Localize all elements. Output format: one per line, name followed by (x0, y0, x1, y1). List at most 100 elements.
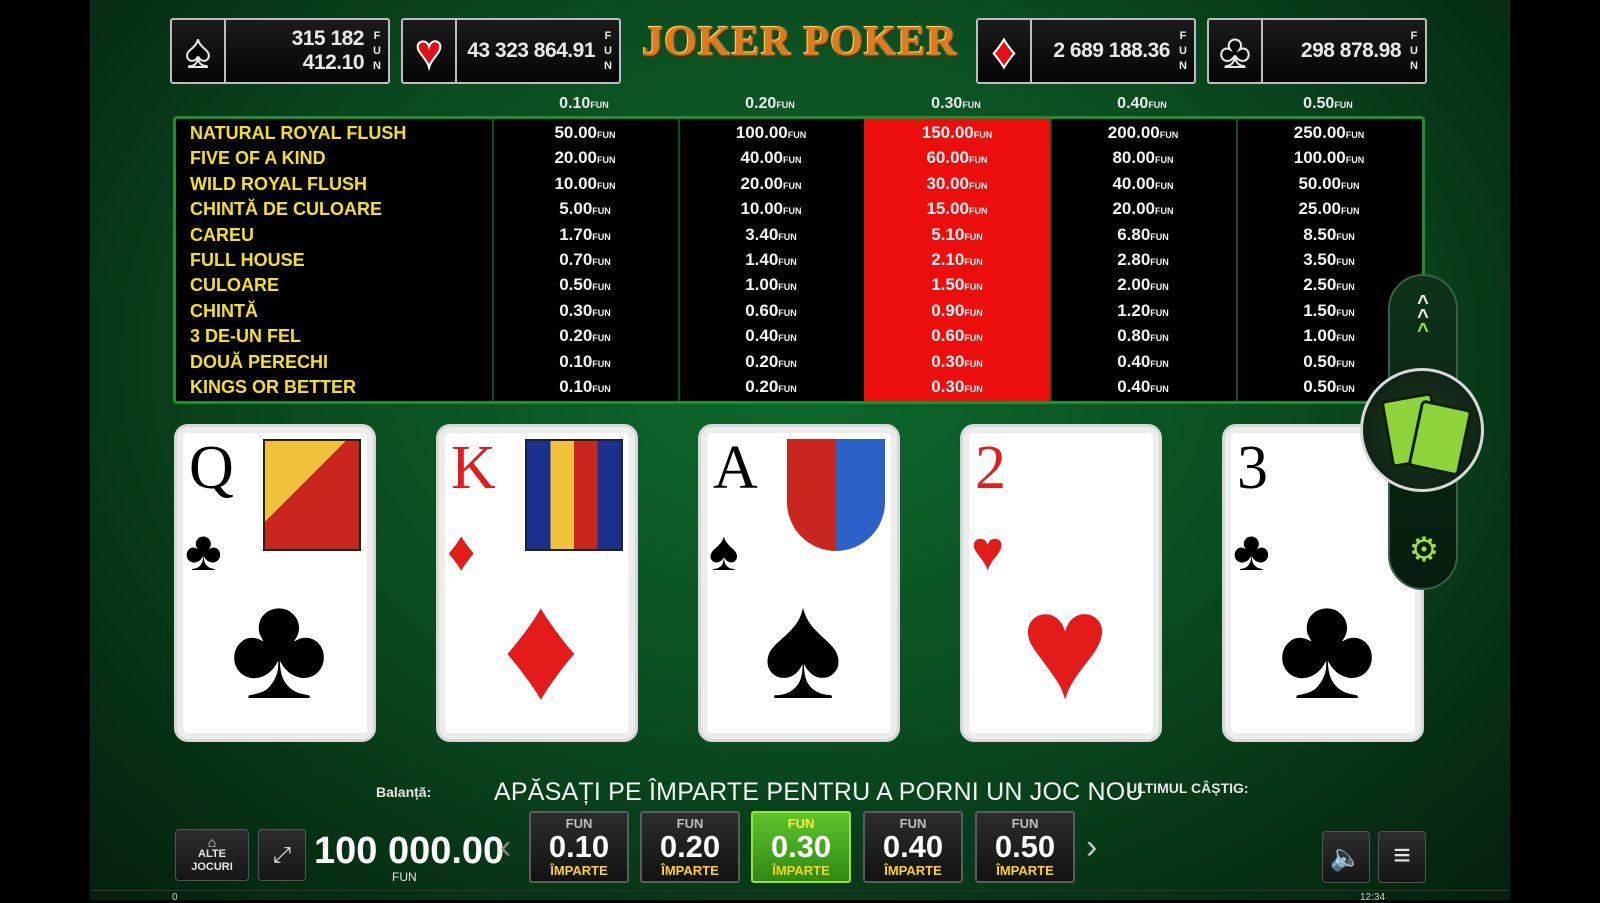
paytable-payout: 60.00FUN (926, 148, 988, 168)
club-icon: ♣ (1277, 562, 1377, 730)
paytable-hand-name: NATURAL ROYAL FLUSH (190, 123, 407, 143)
deal-label: ÎMPARTE (550, 863, 608, 878)
paytable-payout: 0.60FUN (745, 300, 797, 320)
paytable-payout: 5.00FUN (559, 199, 611, 219)
bet-deal-button-2[interactable]: FUN 0.20 ÎMPARTE (640, 811, 740, 883)
jackpot-club: ♣ 298 878.98 FUN (1207, 18, 1427, 84)
jackpot-unit: FUN (373, 29, 381, 72)
paytable-payout: 20.00FUN (740, 173, 802, 193)
paytable-payout: 1.00FUN (1303, 326, 1355, 346)
paytable-payout: 0.70FUN (559, 250, 611, 269)
paytable-hand-name: CHINTĂ DE CULOARE (190, 199, 382, 220)
paytable-payout: 80.00FUN (1112, 148, 1174, 168)
paytable-hand-name: CAREU (190, 224, 255, 245)
card-rank: A (713, 434, 758, 502)
paytable: NATURAL ROYAL FLUSH 50.00FUN 100.00FUN 150.… (173, 116, 1425, 404)
bet-column-header: 0.10FUN (559, 95, 609, 112)
deal-label: ÎMPARTE (661, 863, 719, 878)
spade-icon: ♠ (763, 562, 843, 730)
fullscreen-icon[interactable]: ⤢ (258, 829, 306, 881)
king-portrait-icon (525, 439, 623, 551)
footer-bar (90, 890, 1510, 901)
left-margin (0, 0, 90, 900)
paytable-hand-name: CHINTĂ (190, 300, 258, 321)
paytable-payout: 20.00FUN (1112, 199, 1174, 219)
paytable-payout: 40.00FUN (1112, 173, 1174, 193)
diamond-icon: ♦ (978, 20, 1032, 82)
jackpot-value: 2 689 188.36 (1053, 39, 1170, 62)
balance-unit: FUN (392, 870, 417, 884)
paytable-payout: 50.00FUN (1298, 173, 1360, 193)
paytable-payout: 0.10FUN (559, 377, 611, 396)
last-win-label: ULTIMUL CÂȘTIG: (1127, 780, 1249, 796)
paytable-hand-name: FULL HOUSE (190, 250, 305, 270)
card-4[interactable]: 2 ♥ ♥ (960, 424, 1162, 742)
paytable-payout: 2.10FUN (931, 250, 983, 269)
other-games-button[interactable]: ⌂ ALTE JOCURI (175, 829, 249, 881)
deal-label: ÎMPARTE (996, 863, 1054, 878)
paytable-payout: 10.00FUN (740, 199, 802, 219)
paytable-payout: 0.30FUN (931, 351, 983, 371)
paytable-payout: 0.30FUN (559, 300, 611, 320)
paytable-payout: 100.00FUN (1293, 148, 1365, 168)
card-rank: 3 (1237, 434, 1268, 502)
bet-deal-button-5[interactable]: FUN 0.50 ÎMPARTE (975, 811, 1075, 883)
paytable-payout: 1.50FUN (931, 275, 983, 295)
card-3[interactable]: A ♠ ♠ (698, 424, 900, 742)
paytable-payout: 0.40FUN (1117, 377, 1169, 396)
card-2[interactable]: K ♦ ♦ (436, 424, 638, 742)
deal-label: ÎMPARTE (772, 863, 830, 878)
bet-deal-button-1[interactable]: FUN 0.10 ÎMPARTE (529, 811, 629, 883)
paytable-payout: 6.80FUN (1117, 224, 1169, 244)
bet-deal-button-4[interactable]: FUN 0.40 ÎMPARTE (863, 811, 963, 883)
paytable-payout: 0.30FUN (931, 377, 983, 396)
jackpot-value: 43 323 864.91 (467, 39, 595, 62)
menu-icon[interactable]: ≡ (1378, 831, 1426, 883)
club-icon: ♣ (229, 562, 329, 730)
jackpot-unit: FUN (1179, 29, 1187, 72)
paytable-payout: 0.40FUN (1117, 351, 1169, 371)
jackpot-value: 315 182 412.10 (291, 27, 365, 74)
paytable-payout: 2.00FUN (1117, 275, 1169, 295)
paytable-payout: 5.10FUN (931, 224, 983, 244)
bet-deal-button-3[interactable]: FUN 0.30 ÎMPARTE (751, 811, 851, 883)
paytable-payout: 0.40FUN (745, 326, 797, 346)
chevron-right-icon[interactable]: › (1086, 828, 1097, 867)
paytable-hand-name: DOUĂ PERECHI (190, 351, 329, 372)
paytable-payout: 3.50FUN (1303, 250, 1355, 269)
expand-paytable-icon[interactable]: ^ ^ ^ (1410, 293, 1436, 341)
paytable-hand-name: CULOARE (190, 275, 279, 296)
paytable-payout: 1.70FUN (559, 224, 611, 244)
paytable-payout: 8.50FUN (1303, 224, 1355, 244)
heart-icon: ♥ (403, 20, 457, 82)
paytable-payout: 100.00FUN (735, 123, 807, 142)
bet-column-header: 0.40FUN (1117, 95, 1167, 112)
paytable-payout: 1.00FUN (745, 275, 797, 295)
paytable-payout: 1.50FUN (1303, 300, 1355, 320)
card-1[interactable]: Q ♣ ♣ (174, 424, 376, 742)
autoplay-settings-icon[interactable]: ⚙ (1396, 528, 1452, 572)
card-rank: Q (189, 434, 234, 502)
jackpot-unit: FUN (604, 29, 612, 72)
paytable-payout: 3.40FUN (745, 224, 797, 244)
jackpot-unit: FUN (1410, 29, 1418, 72)
heart-icon: ♥ (1020, 562, 1110, 730)
bet-value: 0.40 (882, 829, 944, 864)
paytable-payout: 1.40FUN (745, 250, 797, 269)
paytable-payout: 0.20FUN (559, 326, 611, 346)
jackpot-diamond: ♦ 2 689 188.36 FUN (976, 18, 1196, 84)
sound-icon[interactable]: 🔈 (1322, 831, 1370, 883)
home-icon: ⌂ (207, 834, 217, 850)
card-rank: 2 (975, 434, 1006, 502)
bet-value: 0.30 (770, 829, 832, 864)
bet-column-header: 0.30FUN (931, 95, 981, 112)
paytable-payout: 20.00FUN (554, 148, 616, 168)
game-title: JOKER POKER (642, 19, 958, 65)
paytable-payout: 15.00FUN (926, 199, 988, 219)
chevron-left-icon[interactable]: ‹ (500, 828, 511, 867)
balance-label: Balanță: (376, 784, 432, 800)
paytable-payout: 25.00FUN (1298, 199, 1360, 219)
status-message: APĂSAȚI PE ÎMPARTE PENTRU A PORNI UN JOC… (494, 778, 1144, 806)
paytable-payout: 40.00FUN (740, 148, 802, 168)
paytable-payout: 30.00FUN (926, 173, 988, 193)
